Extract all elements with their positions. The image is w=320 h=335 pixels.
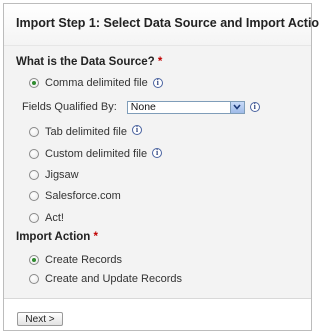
fields-qualified-label: Fields Qualified By:: [22, 101, 117, 113]
source-option-act[interactable]: Act!: [29, 210, 64, 226]
form-panel: What is the Data Source? * Comma delimit…: [4, 46, 311, 298]
import-action-title: Import Action: [16, 231, 91, 243]
radio-salesforce[interactable]: [29, 191, 39, 201]
radio-comma-delimited[interactable]: [29, 78, 39, 88]
radio-create-update-records[interactable]: [29, 274, 39, 284]
source-option-label: Tab delimited file: [45, 126, 127, 138]
required-marker: *: [93, 231, 99, 243]
action-option-label: Create and Update Records: [45, 273, 182, 285]
info-icon[interactable]: i: [131, 124, 142, 135]
info-icon[interactable]: i: [152, 78, 163, 88]
radio-custom-delimited[interactable]: [29, 149, 39, 159]
import-wizard-panel: Import Step 1: Select Data Source and Im…: [3, 3, 320, 331]
source-option-label: Act!: [45, 212, 64, 224]
source-option-salesforce[interactable]: Salesforce.com: [29, 188, 121, 204]
source-option-comma[interactable]: Comma delimited file i: [29, 75, 163, 91]
chevron-down-icon[interactable]: [229, 101, 244, 113]
radio-act[interactable]: [29, 213, 39, 223]
source-option-label: Salesforce.com: [45, 190, 121, 202]
radio-tab-delimited[interactable]: [29, 127, 39, 137]
source-option-custom[interactable]: Custom delimited file i: [29, 146, 163, 162]
import-action-heading: Import Action *: [16, 231, 98, 243]
source-option-label: Comma delimited file: [45, 77, 148, 89]
source-option-label: Custom delimited file: [45, 148, 148, 160]
wizard-header: Import Step 1: Select Data Source and Im…: [4, 4, 320, 46]
radio-jigsaw[interactable]: [29, 170, 39, 180]
action-option-label: Create Records: [45, 254, 123, 266]
action-option-create[interactable]: Create Records: [29, 252, 122, 268]
info-icon[interactable]: i: [152, 147, 163, 158]
info-icon[interactable]: i: [249, 102, 260, 112]
fields-qualified-row: Fields Qualified By: None i: [22, 100, 260, 114]
data-source-title: What is the Data Source?: [16, 56, 155, 68]
fields-qualified-select[interactable]: None: [126, 100, 245, 114]
data-source-heading: What is the Data Source? *: [16, 56, 162, 68]
source-option-label: Jigsaw: [45, 169, 79, 181]
source-option-jigsaw[interactable]: Jigsaw: [29, 167, 79, 183]
required-marker: *: [157, 56, 163, 68]
source-option-tab[interactable]: Tab delimited file i: [29, 124, 142, 140]
radio-create-records[interactable]: [29, 255, 39, 265]
page-title: Import Step 1: Select Data Source and Im…: [16, 16, 320, 30]
next-button[interactable]: Next >: [17, 312, 63, 326]
footer-divider: [4, 298, 311, 299]
action-option-create-update[interactable]: Create and Update Records: [29, 271, 182, 287]
fields-qualified-value: None: [130, 100, 156, 113]
